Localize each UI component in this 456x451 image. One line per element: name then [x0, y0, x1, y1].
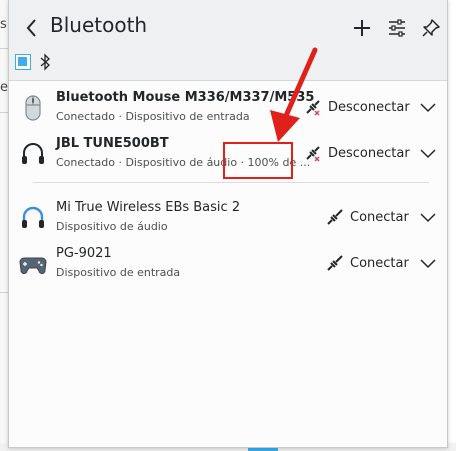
headphones-icon [19, 204, 47, 232]
expand-button[interactable] [417, 206, 439, 228]
chevron-down-icon [420, 103, 436, 113]
chevron-left-icon [26, 19, 36, 37]
expand-button[interactable] [417, 142, 439, 164]
connect-label: Conectar [350, 209, 409, 225]
chevron-down-icon [420, 149, 436, 159]
disconnect-icon [306, 146, 320, 162]
bluetooth-icon [40, 53, 50, 71]
expand-button[interactable] [417, 252, 439, 274]
device-name: PG-9021 [56, 246, 112, 261]
connect-button[interactable]: Conectar [326, 250, 409, 276]
device-name: JBL TUNE500BT [56, 136, 169, 151]
section-divider [33, 182, 429, 183]
device-name: Mi True Wireless EBs Basic 2 [56, 200, 241, 215]
device-item-mi-true-wireless[interactable]: Mi True Wireless EBs Basic 2 Dispositivo… [9, 196, 447, 240]
disconnect-label: Desconectar [328, 99, 410, 115]
sliders-icon [389, 19, 405, 37]
device-name: Bluetooth Mouse M336/M337/M535 [56, 90, 315, 105]
disconnect-button[interactable]: Desconectar [304, 140, 410, 166]
connect-icon [327, 209, 343, 225]
popup-header: Bluetooth [9, 0, 447, 81]
plus-icon [354, 20, 370, 36]
connect-button[interactable]: Conectar [326, 204, 409, 230]
connect-label: Conectar [350, 255, 409, 271]
headphones-icon [19, 140, 47, 168]
annotation-highlight-box [223, 142, 293, 179]
device-status: Conectado · Dispositivo de entrada [56, 110, 250, 123]
connect-icon [327, 255, 343, 271]
pin-icon [422, 19, 440, 37]
add-device-button[interactable] [348, 14, 376, 42]
disconnect-button[interactable]: Desconectar [304, 94, 410, 120]
pin-button[interactable] [417, 14, 445, 42]
device-status: Dispositivo de áudio [56, 220, 168, 233]
chevron-down-icon [420, 213, 436, 223]
chevron-down-icon [420, 259, 436, 269]
mouse-icon [19, 94, 47, 122]
device-item-mouse[interactable]: Bluetooth Mouse M336/M337/M535 Conectado… [9, 86, 447, 130]
device-status: Dispositivo de entrada [56, 266, 181, 279]
configure-button[interactable] [383, 14, 411, 42]
bluetooth-toggle-checkbox[interactable] [15, 54, 31, 70]
back-button[interactable] [19, 14, 45, 42]
background-text-fragment: e [0, 80, 8, 95]
background-text-fragment: s [0, 17, 7, 32]
page-title: Bluetooth [50, 13, 148, 37]
bluetooth-popup: Bluetooth Bluetooth Mouse M336/M337/M535… [8, 0, 448, 448]
disconnect-icon [306, 100, 320, 116]
disconnect-label: Desconectar [328, 145, 410, 161]
gamepad-icon [19, 250, 47, 278]
expand-button[interactable] [417, 96, 439, 118]
device-item-pg-9021[interactable]: PG-9021 Dispositivo de entrada Conectar [9, 242, 447, 286]
